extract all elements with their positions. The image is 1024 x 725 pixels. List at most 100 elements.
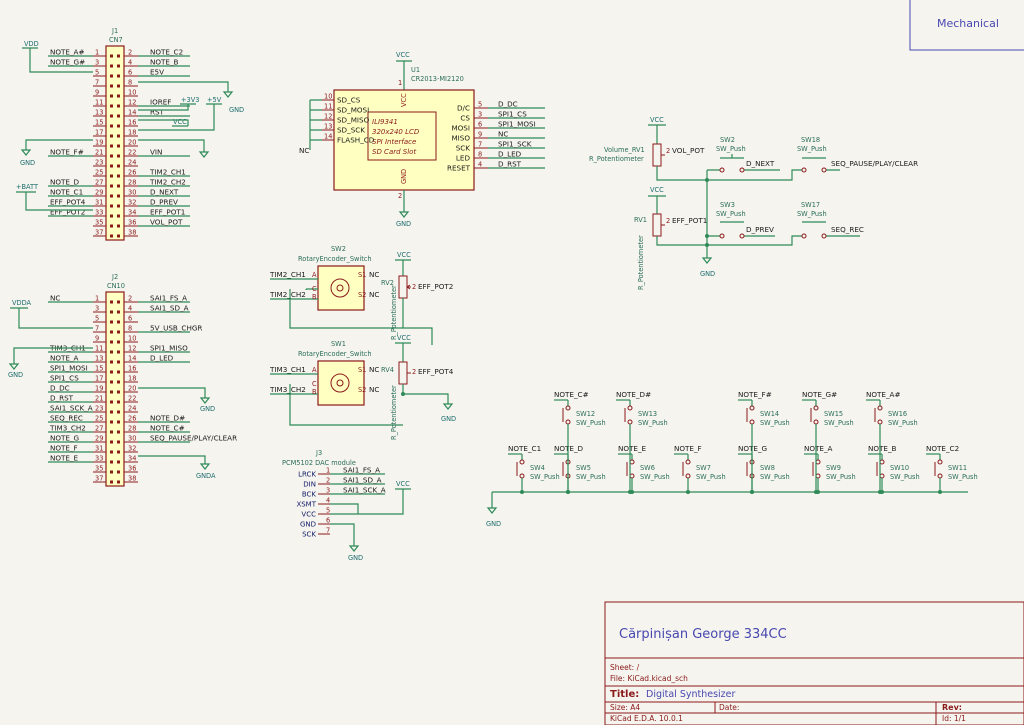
j1-pin-num-right: 14: [128, 109, 136, 117]
j1-p3v3: +3V3: [181, 96, 199, 104]
u1-gnd: GND: [396, 220, 411, 228]
j1-pin-num-left: 33: [95, 209, 103, 217]
j1-pin-left-pad: [110, 74, 113, 78]
rv2-body: [398, 275, 408, 299]
j2-pin-num-left: 25: [95, 415, 103, 423]
key-ref: SW14: [760, 410, 779, 418]
pot-rv2: VCC RV2 2 EFF_POT2 R_Potentiometer: [381, 251, 453, 340]
j2-net-left: D_RST: [50, 394, 74, 403]
j2-pin-num-right: 38: [128, 475, 136, 483]
j2-net-left: TIM3_CH2: [49, 424, 86, 433]
j2-net-left: NOTE_G: [50, 434, 79, 443]
key-value: SW_Push: [530, 473, 560, 481]
sw1-value: RotaryEncoder_Switch: [298, 350, 372, 358]
j1-net-right: RST: [150, 108, 165, 117]
j1-pin-right-pad: [117, 234, 120, 238]
j2-pin-num-right: 6: [128, 315, 132, 323]
j2-pin-num-right: 20: [128, 385, 136, 393]
j1-net-right: D_NEXT: [150, 188, 179, 197]
j2-vdda: VDDA: [12, 299, 32, 307]
pot-rv4: VCC RV4 2 EFF_POT4 R_Potentiometer GND: [381, 334, 456, 440]
key-junction: [628, 490, 632, 494]
j2-net-left: D_DC: [50, 384, 70, 393]
j3-pin-num: 1: [326, 467, 330, 475]
j2-net-left: SEQ_REC: [50, 414, 83, 423]
u1-right-pin-num: 7: [478, 141, 482, 149]
key-value: SW_Push: [760, 419, 790, 427]
sw2-net-a: TIM2_CH1: [269, 270, 306, 279]
j2-pin-left-pad: [110, 350, 113, 354]
j1-pin-right-pad: [117, 74, 120, 78]
u1-right-net: D_DC: [498, 100, 518, 109]
u1-left-pin-num: 10: [324, 93, 332, 101]
j1-net-right: NOTE_B: [150, 58, 179, 67]
rv2-value: R_Potentiometer: [390, 285, 398, 340]
j2-pin-right-pad: [117, 360, 120, 364]
j2-pin-left-pad: [110, 440, 113, 444]
key-ref: SW15: [824, 410, 843, 418]
j2-pin-num-left: 31: [95, 445, 103, 453]
j2-pin-num-left: 21: [95, 395, 103, 403]
j2-pin-num-left: 37: [95, 475, 103, 483]
j2-pin-num-right: 14: [128, 355, 136, 363]
key-contact-top: [519, 459, 525, 465]
key-contact-bottom: [519, 473, 525, 479]
sheet-label: Sheet: /: [610, 663, 640, 672]
j2-net-left: NOTE_E: [50, 454, 79, 463]
j1-pin-num-left: 5: [95, 69, 99, 77]
j1-pin-right-pad: [117, 104, 120, 108]
j1-net-right: NOTE_C2: [150, 48, 183, 57]
u1-right-net: SPI1_CS: [498, 110, 527, 119]
j2-body: [105, 291, 125, 487]
j1-ref: J1: [111, 27, 118, 35]
key-junction: [686, 490, 690, 494]
j2-pin-num-right: 16: [128, 365, 136, 373]
key-ref: SW10: [890, 464, 909, 472]
j2-pin-num-right: 12: [128, 345, 136, 353]
j2-net-left: SAI1_SCK_A: [50, 404, 93, 413]
key-value: SW_Push: [576, 473, 606, 481]
key-value: SW_Push: [696, 473, 726, 481]
btn-sw2-net: D_NEXT: [746, 159, 775, 168]
key-value: SW_Push: [824, 419, 854, 427]
j3-pin-num: 2: [326, 477, 330, 485]
j1-pin-right-pad: [117, 114, 120, 118]
j3-ref: J3: [315, 449, 322, 457]
key-value: SW_Push: [638, 419, 668, 427]
j2-pin-right-pad: [117, 480, 120, 484]
title-label: Title:: [610, 689, 639, 700]
keys-lower: NOTE_C1SW4SW_PushNOTE_DSW5SW_PushNOTE_ES…: [508, 444, 978, 494]
key-ref: SW11: [948, 464, 967, 472]
j2-pin-right-pad: [117, 390, 120, 394]
key-junction: [814, 490, 818, 494]
vol-rv1-vcc: VCC: [650, 116, 664, 124]
j1-pin-right-pad: [117, 154, 120, 158]
j1-pin-num-right: 38: [128, 229, 136, 237]
j1-pin-num-right: 36: [128, 219, 136, 227]
j1-pin-right-pad: [117, 134, 120, 138]
key-contact-bottom: [685, 473, 691, 479]
j1-pin-num-right: 20: [128, 139, 136, 147]
u1-lcd: VCC U1 CR2013-MI2120 ILI9341320x240 LCDS…: [299, 51, 545, 228]
j1-pin-left-pad: [110, 114, 113, 118]
j3-pins: LRCK 1 SAI1_FS_A DIN 2 SAI1_SD_A BCK 3 SAI1_SCK_…: [296, 466, 385, 539]
j2-pin-num-left: 3: [95, 305, 99, 313]
j1-net-right: TIM2_CH1: [149, 168, 186, 177]
sw2-nc2: NC: [369, 290, 379, 299]
key-ref: SW7: [696, 464, 711, 472]
j2-pin-left-pad: [110, 380, 113, 384]
key-contact-bottom: [877, 419, 883, 425]
key-junction: [750, 490, 754, 494]
rv1-pin2: 2: [666, 217, 670, 225]
u1-gnd-pin: 2: [398, 192, 402, 200]
vol-rv1-pin2: 2: [666, 147, 670, 155]
j1-net-right: IOREF: [150, 98, 171, 107]
title-value: Digital Synthesizer: [646, 689, 736, 700]
key-net-label: NOTE_E: [618, 444, 647, 453]
sw1-net-a: TIM3_CH1: [269, 365, 306, 374]
j3-pin-name: DIN: [303, 481, 316, 489]
j2-net-right: D_LED: [150, 354, 174, 363]
key-net-label: NOTE_D: [554, 444, 584, 453]
j2-pin-right-pad: [117, 430, 120, 434]
u1-inner-line: 320x240 LCD: [372, 128, 420, 136]
